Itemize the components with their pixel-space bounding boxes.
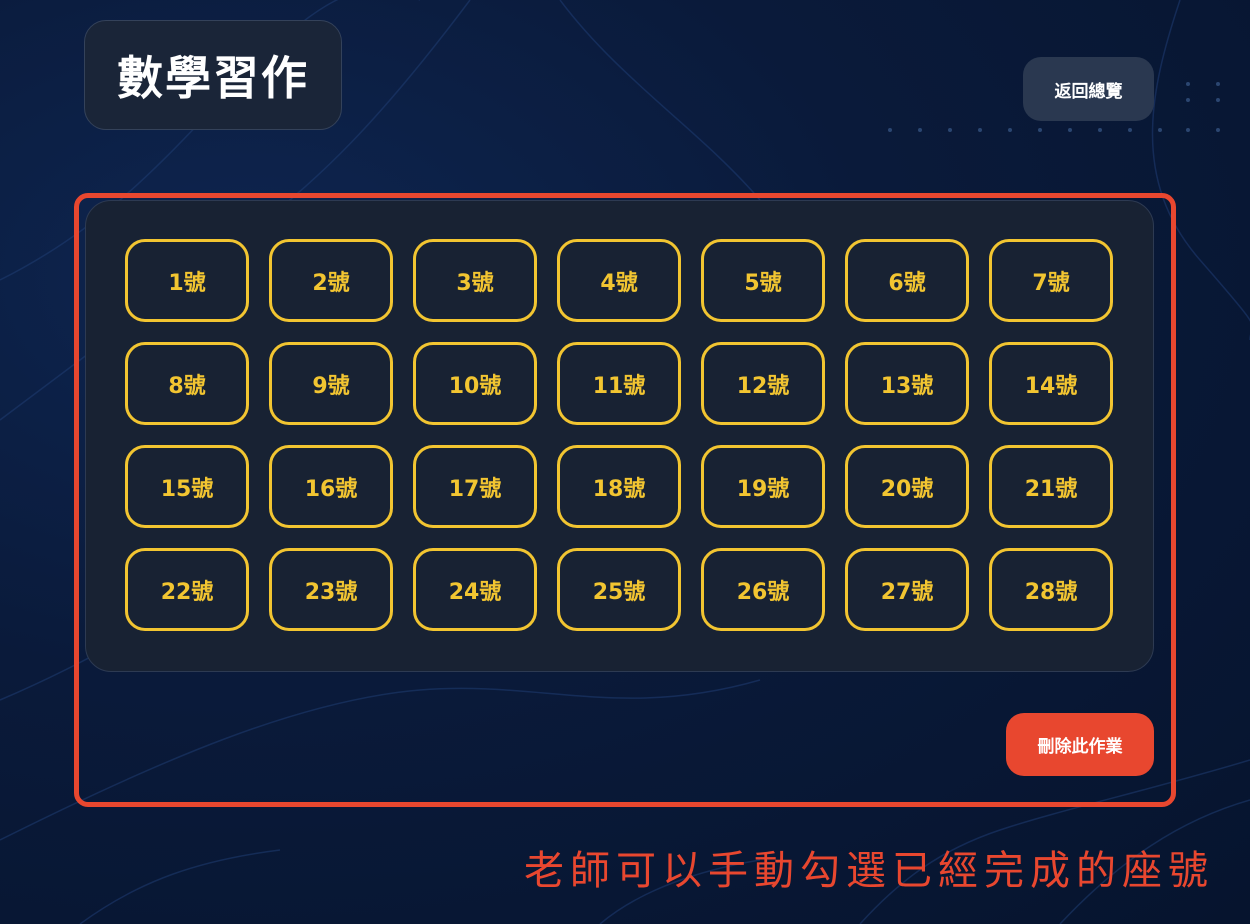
back-to-overview-button[interactable]: 返回總覽 bbox=[1023, 57, 1154, 121]
page-title-card: 數學習作 bbox=[84, 20, 342, 130]
annotation-highlight-frame bbox=[74, 193, 1176, 807]
page-title: 數學習作 bbox=[117, 51, 309, 105]
annotation-caption: 老師可以手動勾選已經完成的座號 bbox=[524, 848, 1214, 894]
